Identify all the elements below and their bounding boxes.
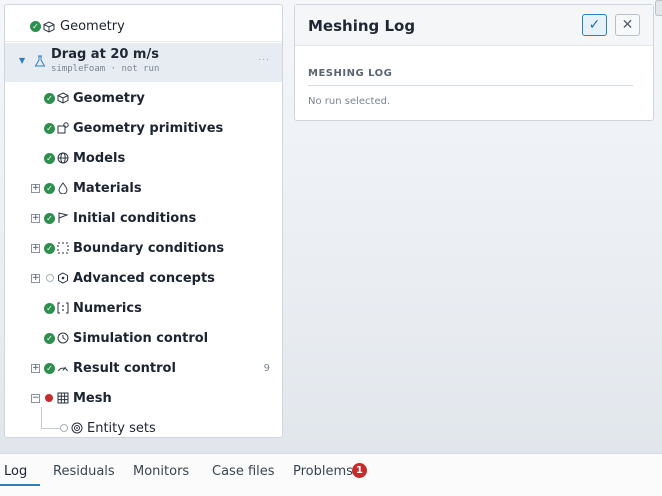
status-empty-icon [46, 274, 54, 282]
tree-item-label: Geometry primitives [73, 120, 224, 136]
tree-item-label: Models [73, 150, 126, 166]
simulation-tree-panel: ✓ Geometry ▼ Drag at 20 m/s simpleFoam ·… [4, 4, 283, 438]
active-tab-indicator [0, 484, 40, 486]
boundary-icon [57, 242, 69, 254]
cube-icon [57, 92, 69, 104]
status-empty-icon [60, 424, 68, 432]
tab-log[interactable]: Log [4, 464, 27, 479]
tree-item-label: Entity sets [87, 420, 156, 436]
target-icon [71, 422, 83, 434]
item-count: 9 [263, 362, 270, 374]
status-check-icon: ✓ [44, 212, 55, 224]
tree-item-materials[interactable]: + ✓ Materials [5, 173, 282, 203]
droplet-icon [57, 182, 69, 194]
flask-icon [34, 55, 46, 67]
shapes-icon [57, 122, 69, 134]
status-check-icon: ✓ [44, 152, 55, 164]
globe-icon [57, 152, 69, 164]
tab-monitors[interactable]: Monitors [133, 464, 189, 479]
tree-item-geometry[interactable]: ✓ Geometry [5, 83, 282, 113]
status-check-icon: ✓ [30, 21, 41, 32]
tree-item-label: Mesh [73, 390, 112, 406]
tree-item-label: Advanced concepts [73, 270, 215, 286]
cube-icon [43, 20, 55, 33]
study-row[interactable]: ▼ Drag at 20 m/s simpleFoam · not run ..… [5, 43, 282, 82]
status-check-icon: ✓ [44, 242, 55, 254]
grid-icon [57, 392, 69, 404]
tree-item-mesh[interactable]: − Mesh [5, 383, 282, 413]
status-error-icon [45, 394, 53, 402]
empty-state-text: No run selected. [308, 96, 391, 107]
status-check-icon: ✓ [44, 362, 55, 374]
tree-item-geometry-root[interactable]: ✓ Geometry [5, 12, 282, 42]
status-check-icon: ✓ [44, 302, 55, 314]
clock-icon [57, 332, 69, 344]
meshing-log-card: Meshing Log ✓ ✕ MESHING LOG No run selec… [294, 4, 654, 121]
tree-item-models[interactable]: ✓ Models [5, 143, 282, 173]
tree-item-label: Simulation control [73, 330, 209, 346]
numerics-icon [57, 302, 69, 314]
panel-toggle-button[interactable] [655, 0, 662, 16]
hexagon-icon [57, 272, 69, 284]
tree-item-label: Geometry [73, 90, 145, 106]
tab-problems[interactable]: Problems [293, 464, 353, 479]
tree-item-numerics[interactable]: ✓ Numerics [5, 293, 282, 323]
tab-residuals[interactable]: Residuals [53, 464, 115, 479]
log-header: Meshing Log ✓ ✕ [295, 5, 653, 46]
flag-icon [57, 212, 69, 224]
tree-item-label: Boundary conditions [73, 240, 225, 256]
expand-icon[interactable]: + [31, 363, 40, 373]
tree-item-advanced-concepts[interactable]: + Advanced concepts [5, 263, 282, 293]
study-title: Drag at 20 m/s [51, 47, 159, 62]
close-button[interactable]: ✕ [615, 14, 640, 36]
tree-item-result-control[interactable]: + ✓ Result control 9 [5, 353, 282, 383]
tab-case-files[interactable]: Case files [212, 464, 275, 479]
problems-count-badge: 1 [352, 463, 367, 478]
expand-icon[interactable]: + [31, 243, 40, 253]
confirm-button[interactable]: ✓ [582, 14, 607, 36]
status-check-icon: ✓ [44, 122, 55, 134]
gauge-icon [57, 362, 69, 374]
tree-item-label: Geometry [60, 19, 125, 34]
collapse-icon[interactable]: − [31, 393, 40, 403]
study-subtitle: simpleFoam · not run [51, 64, 160, 74]
chevron-down-icon[interactable]: ▼ [19, 56, 25, 65]
tree-item-label: Result control [73, 360, 176, 376]
tree-item-initial-conditions[interactable]: + ✓ Initial conditions [5, 203, 282, 233]
tree-item-label: Numerics [73, 300, 142, 316]
tree-item-label: Materials [73, 180, 142, 196]
bottom-tab-bar: Log Residuals Monitors Case files Proble… [0, 453, 662, 496]
status-check-icon: ✓ [44, 182, 55, 194]
expand-icon[interactable]: + [31, 213, 40, 223]
expand-icon[interactable]: + [31, 273, 40, 283]
tree-item-geometry-primitives[interactable]: ✓ Geometry primitives [5, 113, 282, 143]
divider [308, 85, 633, 86]
expand-icon[interactable]: + [31, 183, 40, 193]
more-options-icon[interactable]: ... [258, 53, 270, 63]
status-check-icon: ✓ [44, 92, 55, 104]
tree-item-simulation-control[interactable]: ✓ Simulation control [5, 323, 282, 353]
status-check-icon: ✓ [44, 332, 55, 344]
tree-item-label: Initial conditions [73, 210, 197, 226]
tree-item-boundary-conditions[interactable]: + ✓ Boundary conditions [5, 233, 282, 263]
tree-item-entity-sets[interactable]: Entity sets [5, 413, 282, 437]
log-title: Meshing Log [308, 17, 416, 35]
section-title: MESHING LOG [308, 68, 393, 79]
